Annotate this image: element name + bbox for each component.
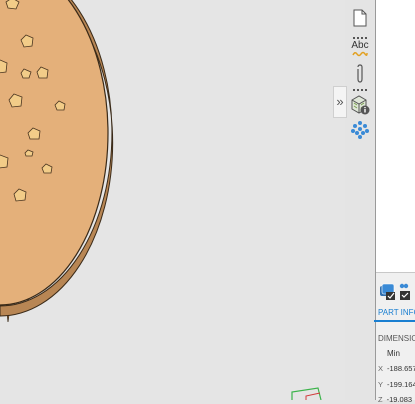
text-annotation-label: Abc (351, 40, 369, 51)
panel-content-area (376, 0, 415, 273)
dimensions-heading: DIMENSIONS (378, 334, 415, 343)
dimension-axis-label: X (378, 364, 384, 373)
dimension-axis-label: Y (378, 380, 384, 389)
cube-info-button[interactable] (346, 94, 374, 118)
tab-part-info[interactable]: PART INFO (378, 308, 415, 317)
grid-cube-button[interactable] (346, 120, 374, 144)
grid-cube-icon (351, 121, 369, 139)
model-disk-top (0, 0, 109, 306)
part-info-toolbar (378, 282, 415, 302)
dimensions-col-min: Min (387, 349, 400, 358)
3d-model-view (0, 0, 322, 400)
visibility-icon (399, 283, 409, 289)
3d-viewport[interactable] (0, 0, 345, 400)
layers-icon (380, 283, 395, 300)
collapse-panel-button[interactable]: » (333, 86, 347, 118)
part-info-toolbar-icons (380, 283, 410, 300)
pin-icon (353, 0, 367, 2)
check-icon (400, 291, 410, 300)
document-button[interactable] (346, 9, 374, 33)
cube-info-icon (351, 95, 370, 115)
attachment-button[interactable] (346, 64, 374, 88)
text-annotation-button[interactable]: Abc (346, 40, 374, 64)
toolstrip-separator (353, 37, 367, 39)
dimension-row-y: Y -199.164 (378, 380, 415, 389)
collapse-chevron-icon: » (336, 94, 344, 109)
toolstrip-separator (353, 89, 367, 91)
active-tab-indicator (374, 320, 415, 322)
document-icon (353, 9, 367, 27)
dimension-row-x: X -188.657 (378, 364, 415, 373)
dimension-min-value: -188.657 (387, 364, 415, 373)
dimension-min-value: -199.164 (387, 380, 415, 389)
annotation-toolstrip: Abc (346, 0, 376, 150)
attachment-icon (357, 64, 363, 83)
text-annotation-icon (352, 51, 368, 57)
